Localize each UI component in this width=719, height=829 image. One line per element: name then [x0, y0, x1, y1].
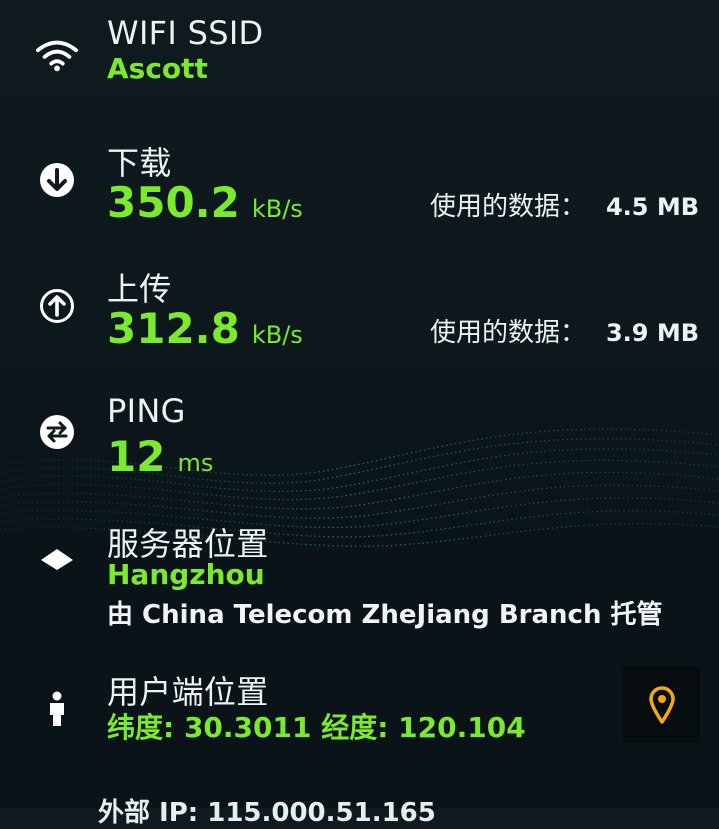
map-button[interactable] — [623, 666, 700, 743]
download-speed-value: 350.2 — [107, 178, 240, 227]
ping-unit: ms — [177, 449, 214, 477]
wifi-icon — [36, 34, 78, 76]
download-speed: 350.2 kB/s — [107, 178, 303, 227]
ping-exchange-icon — [36, 411, 78, 453]
download-data-used-label: 使用的数据： — [429, 192, 586, 222]
wifi-ssid-value: Ascott — [107, 52, 208, 85]
upload-data-used: 使用的数据： 3.9 MB — [430, 312, 699, 349]
server-icon — [36, 538, 78, 580]
ping-value: 12 — [107, 432, 166, 481]
upload-data-used-label: 使用的数据： — [429, 318, 586, 348]
wifi-label: WIFI SSID — [107, 14, 264, 52]
download-data-used: 使用的数据： 4.5 MB — [430, 186, 699, 223]
upload-speed: 312.8 kB/s — [107, 304, 303, 353]
external-ip: 外部 IP: 115.000.51.165 — [98, 798, 436, 828]
download-data-used-value: 4.5 MB — [605, 193, 699, 221]
ping-label: PING — [107, 392, 186, 430]
server-city: Hangzhou — [107, 558, 265, 591]
download-arrow-icon — [36, 159, 78, 201]
server-host: 由 China Telecom ZheJiang Branch 托管 — [107, 600, 663, 630]
upload-arrow-icon — [36, 285, 78, 327]
client-coords: 纬度: 30.3011 经度: 120.104 — [107, 711, 526, 744]
upload-unit: kB/s — [251, 321, 303, 349]
upload-speed-value: 312.8 — [107, 304, 240, 353]
ping-value-group: 12 ms — [107, 432, 213, 481]
download-unit: kB/s — [251, 195, 303, 223]
map-pin-icon — [648, 685, 675, 724]
person-icon — [36, 688, 78, 730]
upload-data-used-value: 3.9 MB — [605, 319, 699, 347]
